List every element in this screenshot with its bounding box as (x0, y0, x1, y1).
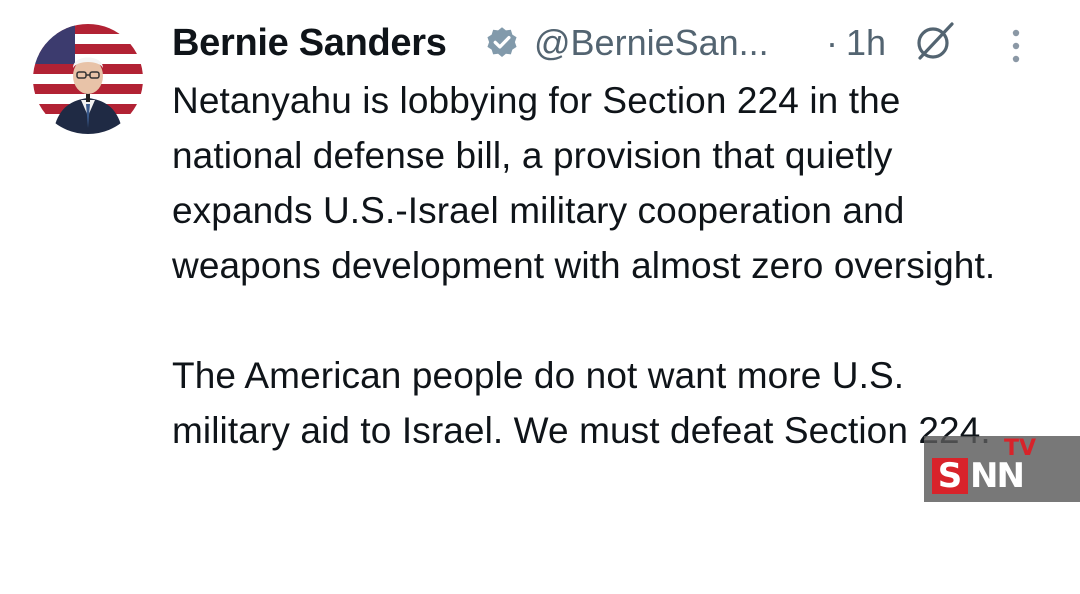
grok-icon[interactable] (912, 18, 958, 64)
author-name[interactable]: Bernie Sanders (172, 20, 447, 66)
author-handle[interactable]: @BernieSan... (534, 20, 769, 66)
profile-photo (33, 24, 143, 134)
verified-badge-icon (487, 27, 517, 57)
snn-tv-watermark: TV S NN (924, 436, 1080, 502)
tweet-text: Netanyahu is lobbying for Section 224 in… (172, 80, 996, 451)
timestamp[interactable]: 1h (846, 20, 886, 66)
avatar[interactable] (33, 24, 143, 134)
meta-separator: · (826, 22, 838, 63)
watermark-nn: NN (970, 456, 1025, 496)
tweet-header: Bernie Sanders @BernieSan... · 1h (172, 18, 1050, 68)
more-options-icon[interactable] (1010, 28, 1022, 64)
watermark-s: S (932, 458, 968, 494)
